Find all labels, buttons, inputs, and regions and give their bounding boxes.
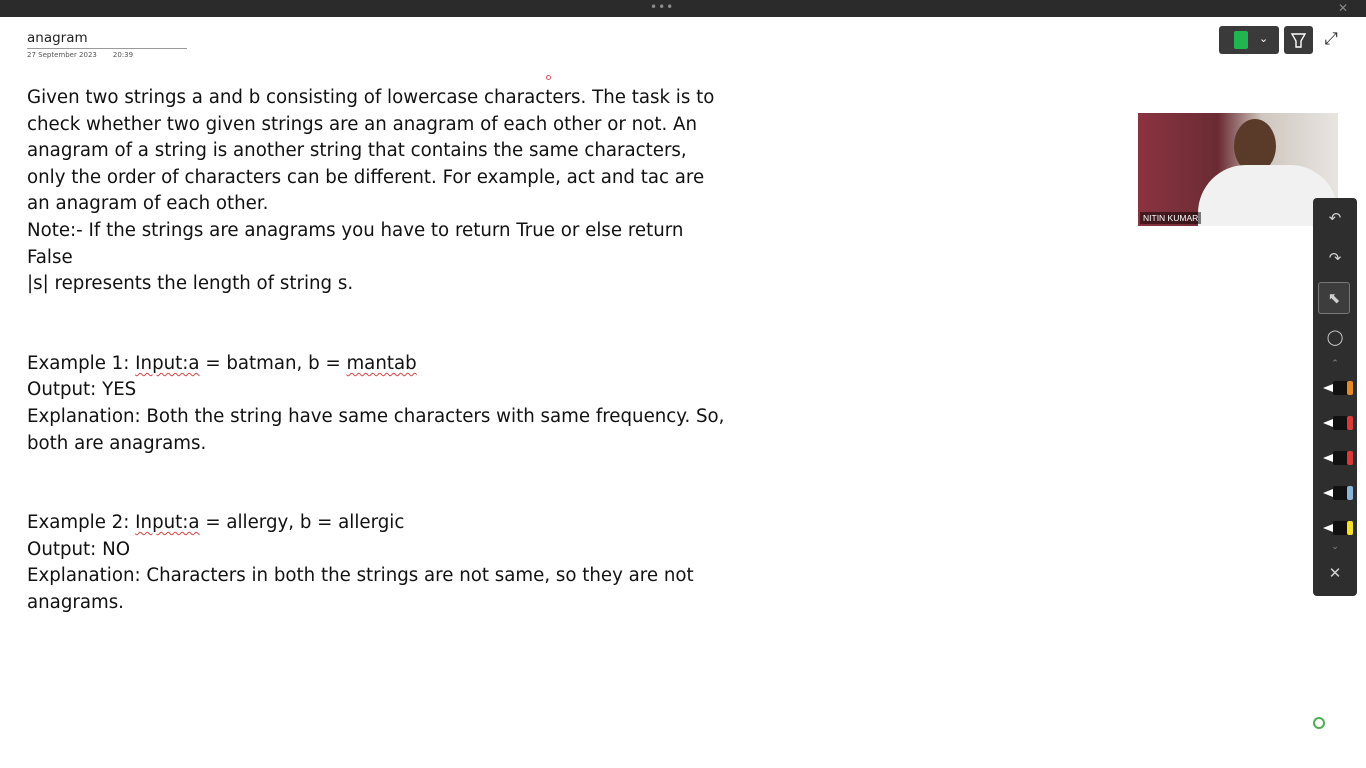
spellcheck-word: mantab (346, 352, 417, 374)
select-pointer-icon[interactable]: ⬉ (1318, 282, 1350, 314)
page-title[interactable]: anagram (27, 30, 88, 46)
page-time: 20:39 (112, 51, 134, 59)
red-pen-2-icon[interactable] (1323, 450, 1353, 466)
pen-color-picker[interactable]: ⌄ (1219, 26, 1279, 54)
redo-icon[interactable]: ↷ (1313, 243, 1357, 273)
page-date: 27 September 2023 (27, 51, 97, 59)
scroll-down-icon[interactable]: ⌄ (1313, 541, 1357, 553)
length-definition: |s| represents the length of string s. (27, 273, 354, 295)
video-feed: NITIN KUMAR (1138, 113, 1338, 226)
pen-color-swatch (1234, 31, 1248, 49)
ink-toolbar: ↶ ↷ ⬉ ◯ ⌃ ⌄ ✕ (1313, 198, 1357, 596)
channel-logo (1307, 717, 1333, 741)
example-1-input: Example 1: Input:a = batman, b = mantab (27, 352, 417, 374)
eraser-icon[interactable] (1323, 380, 1353, 396)
red-pen-1-icon[interactable] (1323, 415, 1353, 431)
problem-description: Given two strings a and b consisting of … (27, 87, 715, 215)
example-2-output: Output: NO (27, 538, 131, 560)
page-timestamp: 27 September 2023 20:39 (27, 51, 133, 59)
blue-pen-icon[interactable] (1323, 485, 1353, 501)
lasso-icon[interactable]: ◯ (1313, 322, 1357, 352)
expand-icon[interactable]: ⤢ (1320, 28, 1342, 50)
spellcheck-word: Input:a (135, 512, 200, 534)
drag-handle-icon[interactable]: ••• (650, 1, 674, 13)
example-2-input: Example 2: Input:a = allergy, b = allerg… (27, 512, 405, 534)
scroll-up-icon[interactable]: ⌃ (1313, 358, 1357, 370)
close-icon[interactable]: ✕ (1313, 558, 1357, 588)
ink-cursor-dot (546, 75, 551, 80)
highlighter-button[interactable] (1284, 26, 1313, 54)
example-1-output: Output: YES (27, 379, 137, 401)
note-body[interactable]: Given two strings a and b consisting of … (27, 85, 727, 617)
chevron-down-icon[interactable]: ⌄ (1259, 32, 1268, 45)
window-title-bar: ••• ✕ (0, 0, 1366, 17)
problem-note: Note:- If the strings are anagrams you h… (27, 219, 684, 268)
logo-icon (1313, 717, 1325, 729)
window-close-icon[interactable]: ✕ (1338, 1, 1348, 15)
highlighter-icon (1290, 33, 1307, 48)
example-1-explanation: Explanation: Both the string have same c… (27, 405, 725, 454)
yellow-highlighter-icon[interactable] (1323, 520, 1353, 536)
participant-name-label: NITIN KUMAR (1140, 212, 1202, 224)
title-divider (27, 48, 187, 49)
undo-icon[interactable]: ↶ (1313, 203, 1357, 233)
example-2-explanation: Explanation: Characters in both the stri… (27, 565, 694, 613)
spellcheck-word: Input:a (135, 352, 200, 374)
